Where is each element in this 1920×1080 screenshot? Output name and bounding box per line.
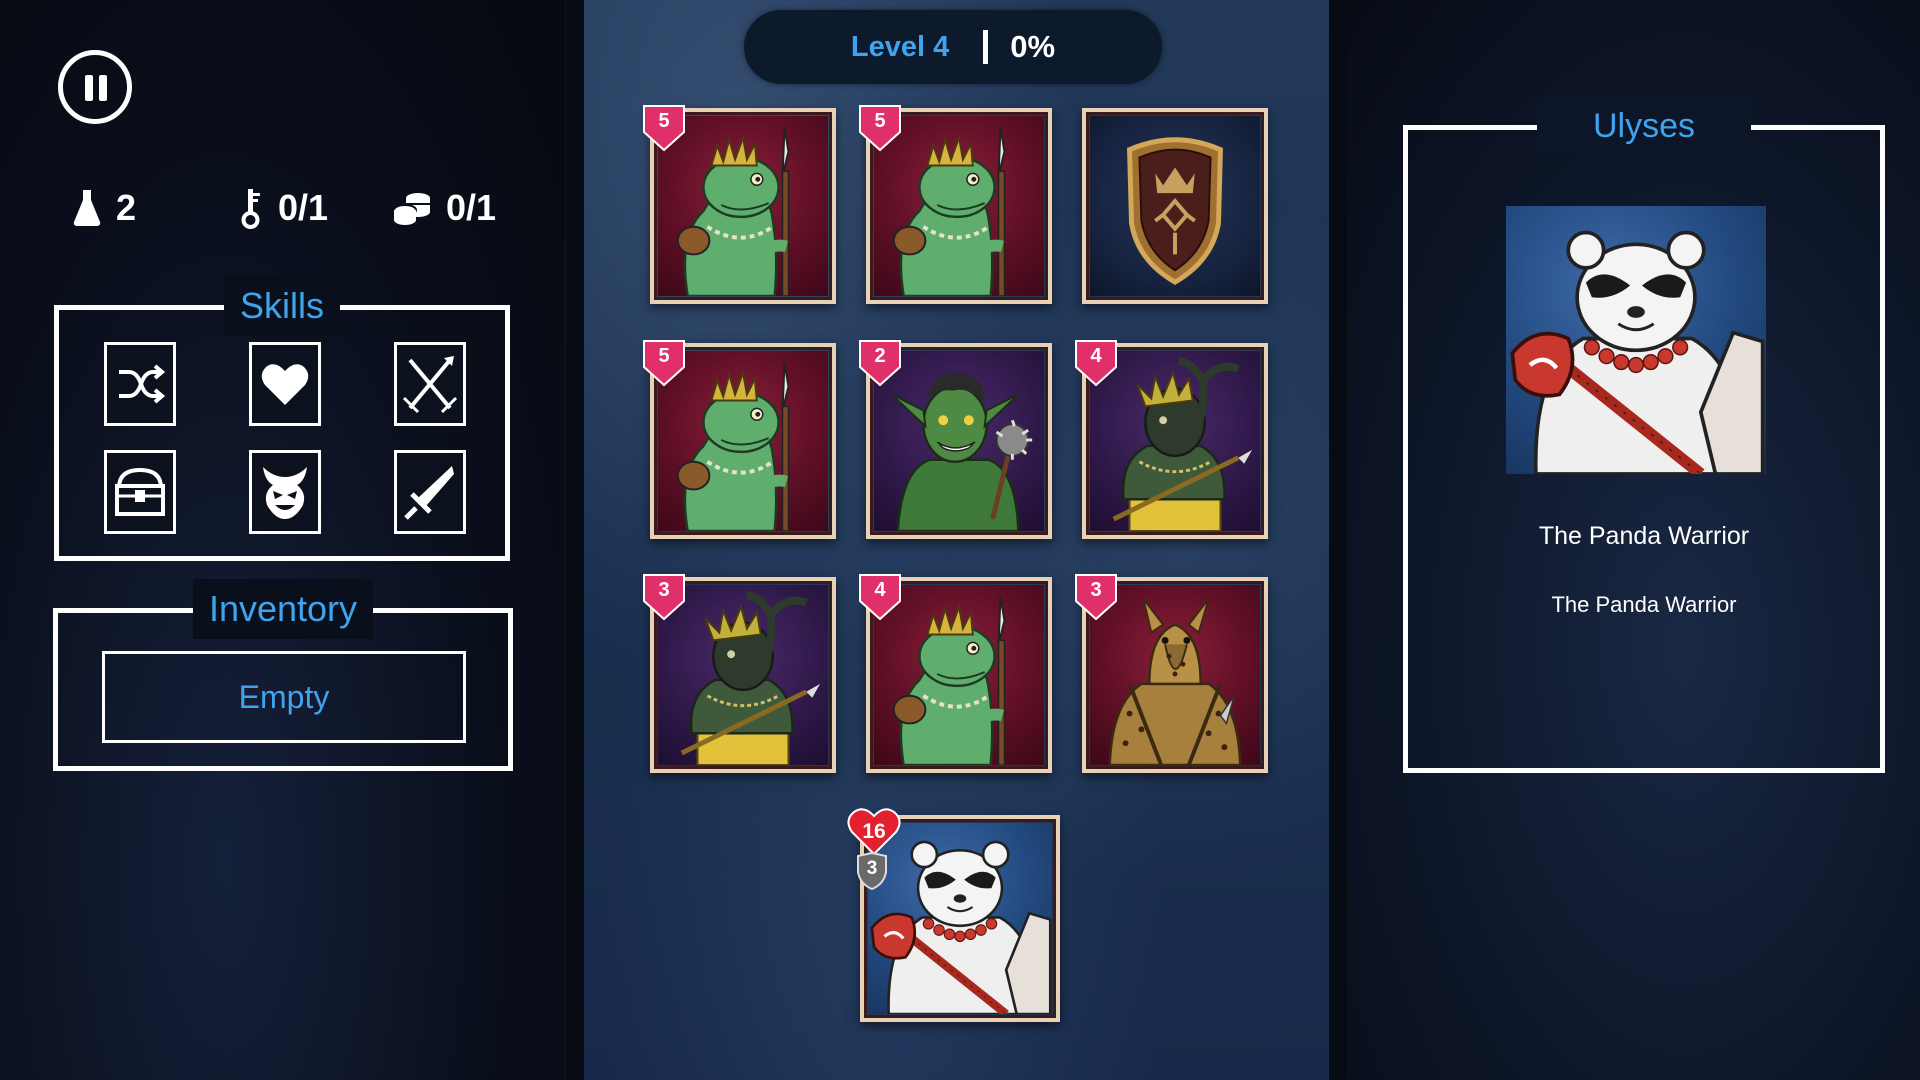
board-card-hyena[interactable]: 3 bbox=[1075, 574, 1268, 773]
board-divider-left bbox=[566, 0, 584, 1080]
pause-icon-bar bbox=[85, 75, 93, 101]
board-divider-right bbox=[1329, 0, 1347, 1080]
shuffle-icon bbox=[119, 364, 165, 404]
crossed-swords-icon bbox=[402, 356, 458, 414]
coin-count: 0/1 bbox=[446, 187, 497, 228]
key-icon bbox=[241, 189, 260, 229]
skill-heal[interactable] bbox=[249, 342, 321, 426]
heart-icon bbox=[261, 364, 309, 405]
level-progress-bar: Level 4 0% bbox=[744, 10, 1162, 84]
shield-icon bbox=[1127, 137, 1223, 285]
treasure-chest-icon bbox=[115, 467, 165, 516]
skills-title: Skills bbox=[223, 276, 340, 336]
level-progress: 0% bbox=[1010, 29, 1056, 64]
skill-shuffle[interactable] bbox=[104, 342, 176, 426]
demon-face-icon bbox=[263, 467, 307, 519]
card-value: 5 bbox=[658, 345, 670, 367]
inventory-empty-label: Empty bbox=[238, 678, 330, 715]
hero-title: Ulyses bbox=[1536, 96, 1752, 156]
board-card-shield[interactable] bbox=[1082, 108, 1268, 304]
board-card-shaman[interactable]: 3 bbox=[643, 574, 836, 773]
coins-icon bbox=[393, 193, 430, 225]
pause-icon-bar bbox=[99, 75, 107, 101]
card-value-badge: 3 bbox=[642, 573, 686, 621]
card-value-badge: 5 bbox=[642, 104, 686, 152]
key-counter: 0/1 bbox=[238, 186, 328, 230]
board-card-lizard[interactable]: 5 bbox=[643, 340, 836, 539]
card-value: 3 bbox=[658, 579, 670, 601]
potion-count: 2 bbox=[116, 187, 137, 228]
card-value: 2 bbox=[874, 345, 886, 367]
card-value-badge: 3 bbox=[1074, 573, 1118, 621]
panda-warrior-portrait-art bbox=[1506, 206, 1766, 474]
skill-treasure[interactable] bbox=[104, 450, 176, 534]
key-count: 0/1 bbox=[278, 187, 329, 228]
card-value: 5 bbox=[658, 110, 670, 132]
hero-portrait bbox=[1506, 206, 1766, 474]
board-card-shaman[interactable]: 4 bbox=[1075, 340, 1268, 539]
skill-sword[interactable] bbox=[394, 450, 466, 534]
pause-button[interactable] bbox=[58, 50, 132, 124]
board-card-lizard[interactable]: 5 bbox=[859, 105, 1052, 304]
card-value: 3 bbox=[1090, 579, 1102, 601]
skill-crossed-swords[interactable] bbox=[394, 342, 466, 426]
card-value: 4 bbox=[1090, 345, 1102, 367]
card-value-badge: 4 bbox=[1074, 339, 1118, 387]
player-armor-value: 3 bbox=[866, 858, 878, 879]
card-value-badge: 2 bbox=[858, 339, 902, 387]
inventory-slot[interactable]: Empty bbox=[102, 651, 466, 743]
hero-name: The Panda Warrior bbox=[1538, 522, 1750, 550]
skill-demon[interactable] bbox=[249, 450, 321, 534]
level-separator bbox=[983, 30, 989, 64]
inventory-title: Inventory bbox=[192, 579, 374, 639]
board-card-goblin[interactable]: 2 bbox=[859, 340, 1052, 539]
potion-counter: 2 bbox=[72, 186, 136, 230]
card-value-badge: 5 bbox=[642, 339, 686, 387]
card-value: 4 bbox=[874, 579, 886, 601]
level-label: Level 4 bbox=[850, 30, 950, 63]
skills-panel: Skills bbox=[54, 276, 510, 561]
coin-counter: 0/1 bbox=[392, 186, 496, 230]
card-value: 5 bbox=[874, 110, 886, 132]
player-armor: 3 bbox=[854, 851, 890, 891]
board-card-lizard[interactable]: 5 bbox=[643, 105, 836, 304]
inventory-panel: Inventory Empty bbox=[53, 579, 513, 771]
hero-description: The Panda Warrior bbox=[1551, 592, 1737, 617]
potion-icon bbox=[73, 190, 101, 226]
player-health: 16 bbox=[846, 806, 902, 856]
sword-icon bbox=[404, 466, 454, 520]
card-value-badge: 5 bbox=[858, 104, 902, 152]
board-card-lizard[interactable]: 4 bbox=[859, 574, 1052, 773]
player-health-value: 16 bbox=[862, 820, 886, 843]
card-value-badge: 4 bbox=[858, 573, 902, 621]
hero-info-panel: Ulyses The Panda Warrior The Panda Warri… bbox=[1403, 96, 1885, 773]
